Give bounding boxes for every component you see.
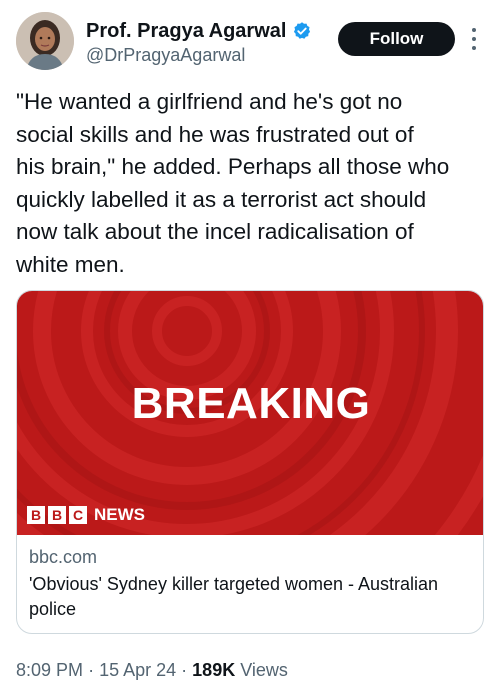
views-label: Views [240,660,288,680]
tweet-time[interactable]: 8:09 PM [16,660,83,680]
author-handle[interactable]: @DrPragyaAgarwal [86,44,245,66]
bbc-news-logo: B B C NEWS [27,505,145,525]
display-name[interactable]: Prof. Pragya Agarwal [86,20,286,42]
meta-separator: · [88,660,95,680]
more-dot [472,37,476,41]
verified-badge-icon[interactable] [292,21,312,41]
bbc-logo-news: NEWS [94,505,145,524]
follow-button[interactable]: Follow [338,22,455,56]
tweet-meta: 8:09 PM · 15 Apr 24 · 189K Views [16,660,288,681]
card-domain: bbc.com [29,547,98,567]
bbc-logo-block: B [27,506,45,524]
bbc-logo-block: B [48,506,66,524]
bbc-logo-block: C [69,506,87,524]
more-options-icon[interactable] [466,28,482,50]
tweet-date[interactable]: 15 Apr 24 [99,660,176,680]
card-title: 'Obvious' Sydney killer targeted women -… [29,574,439,619]
breaking-headline: BREAKING [131,379,371,428]
card-image: BREAKING B B C NEWS [17,291,483,535]
more-dot [472,28,476,32]
meta-separator: · [181,660,188,680]
more-dot [472,46,476,50]
avatar[interactable] [16,12,74,70]
link-card[interactable]: BREAKING B B C NEWS bbc.com 'Obvious' Sy… [16,290,484,634]
author-name-row: Prof. Pragya Agarwal [86,20,312,42]
views-count[interactable]: 189K [192,660,235,680]
tweet-text: "He wanted a girlfriend and he's got no … [16,89,450,277]
avatar-photo [16,12,74,70]
